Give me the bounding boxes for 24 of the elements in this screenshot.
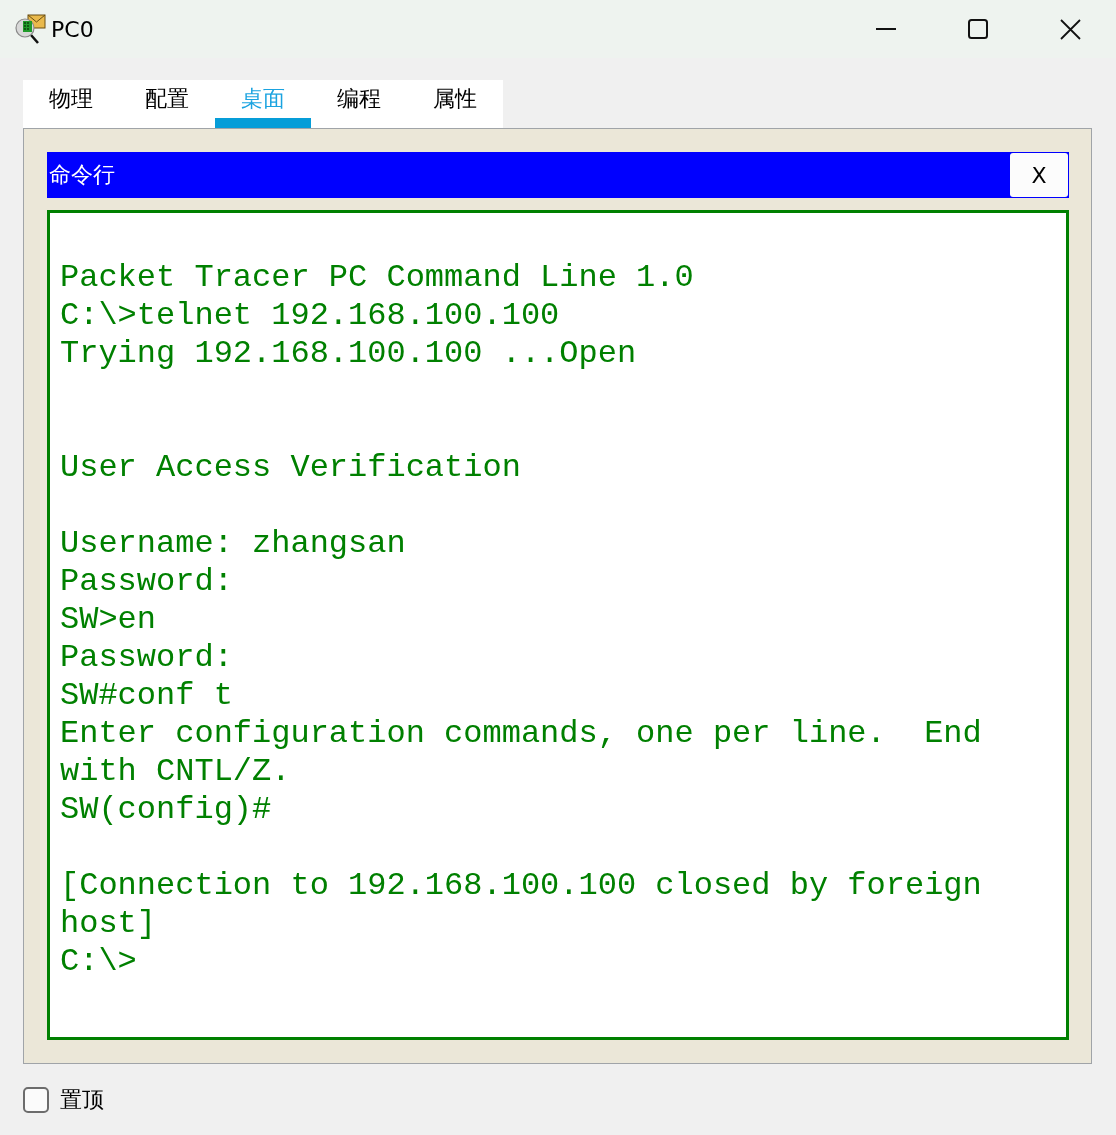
terminal-line: Enter configuration commands, one per line. End	[60, 715, 982, 753]
terminal-line: Username: zhangsan	[60, 525, 406, 563]
minimize-icon	[876, 28, 896, 30]
terminal-line: C:\>telnet 192.168.100.100	[60, 297, 560, 335]
terminal-line: host]	[60, 905, 156, 943]
checkbox-label: 置顶	[60, 1085, 104, 1114]
terminal-line: SW(config)#	[60, 791, 272, 829]
terminal-line: Trying 192.168.100.100 ...Open	[60, 335, 637, 373]
terminal-line: SW>en	[60, 601, 156, 639]
panel-title: 命令行	[49, 161, 115, 189]
close-icon	[1059, 18, 1081, 40]
terminal-line: Password:	[60, 563, 233, 601]
magnifier-envelope-icon	[15, 14, 46, 44]
terminal-line: with CNTL/Z.	[60, 753, 291, 791]
terminal-line: Password:	[60, 639, 233, 677]
maximize-icon	[968, 19, 988, 39]
terminal-line: User Access Verification	[60, 449, 521, 487]
checkbox[interactable]	[23, 1086, 49, 1113]
terminal-line: Packet Tracer PC Command Line 1.0	[60, 259, 694, 297]
terminal-line: SW#conf t	[60, 677, 233, 715]
terminal-line: [Connection to 192.168.100.100 closed by foreign	[60, 867, 982, 905]
window-title: PC0	[51, 16, 94, 42]
close-button[interactable]: X	[1010, 153, 1068, 197]
terminal-line: C:\>	[60, 943, 137, 981]
